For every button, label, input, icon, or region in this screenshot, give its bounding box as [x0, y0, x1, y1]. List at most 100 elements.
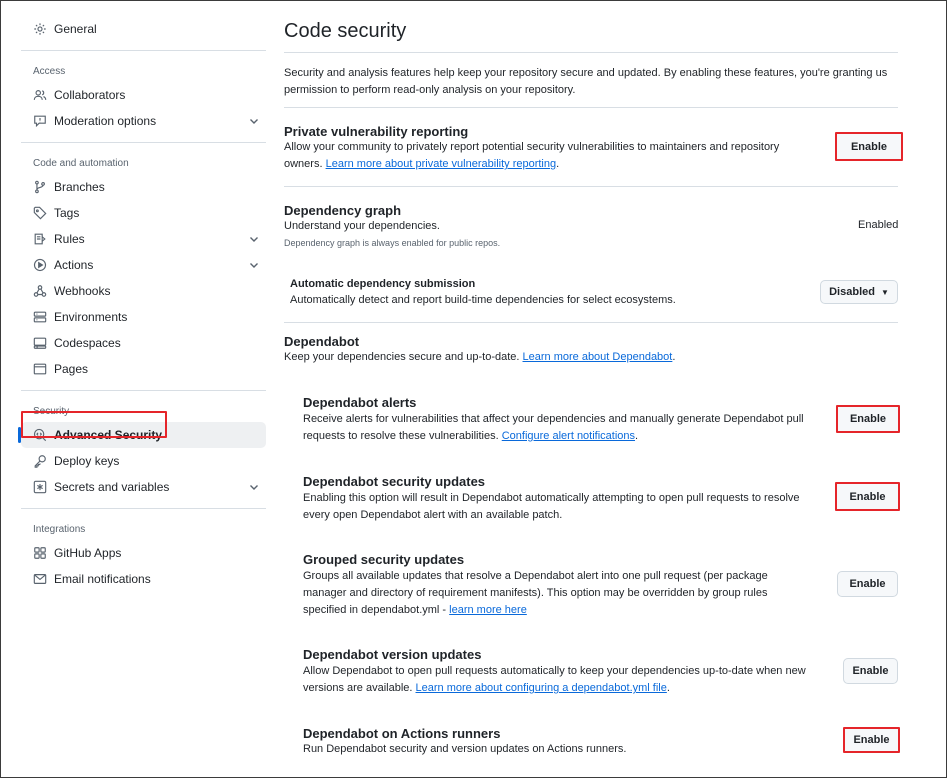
browser-icon	[33, 362, 47, 376]
sidebar-item-label: Deploy keys	[54, 454, 120, 468]
codespaces-icon	[33, 336, 47, 350]
sidebar-item-pages[interactable]: Pages	[21, 356, 266, 382]
sidebar-item-secrets-variables[interactable]: Secrets and variables	[21, 474, 266, 500]
secupdates-enable-button[interactable]: Enable	[835, 482, 900, 511]
apps-icon	[33, 546, 47, 560]
version-description: Allow Dependabot to open pull requests a…	[303, 663, 833, 697]
sidebar-item-label: Codespaces	[54, 336, 121, 350]
settings-window: General Access Collaborators Moderation …	[0, 0, 947, 778]
sidebar-item-label: General	[54, 22, 97, 36]
period: .	[635, 430, 639, 442]
dependabot-description: Keep your dependencies secure and up-to-…	[284, 349, 675, 366]
depgraph-description: Understand your dependencies.	[284, 220, 440, 232]
sidebar-divider	[21, 142, 266, 143]
tag-icon	[33, 206, 47, 220]
sidebar-item-environments[interactable]: Environments	[21, 304, 266, 330]
sidebar-item-branches[interactable]: Branches	[21, 174, 266, 200]
highlight-frame	[21, 411, 167, 438]
grouped-learn-more-link[interactable]: learn more here	[449, 604, 527, 616]
sidebar-item-actions[interactable]: Actions	[21, 252, 266, 278]
sidebar-item-general[interactable]: General	[21, 16, 266, 42]
play-icon	[33, 258, 47, 272]
mail-icon	[33, 572, 47, 586]
dependabot-title: Dependabot	[284, 334, 360, 349]
depgraph-status: Enabled	[858, 219, 899, 231]
period: .	[666, 682, 670, 694]
dropdown-value: Disabled	[829, 286, 875, 298]
chevron-down-icon[interactable]	[248, 259, 260, 271]
autosub-title: Automatic dependency submission	[290, 278, 476, 290]
sidebar-divider	[21, 50, 266, 51]
divider	[284, 52, 898, 53]
alerts-title: Dependabot alerts	[303, 395, 417, 410]
sidebar-divider	[21, 390, 266, 391]
intro-text: Security and analysis features help keep…	[284, 67, 888, 96]
sidebar-item-label: Rules	[54, 232, 85, 246]
depgraph-note: Dependency graph is always enabled for p…	[284, 238, 501, 248]
gear-icon	[33, 22, 47, 36]
period: .	[556, 158, 560, 170]
sidebar-heading-access: Access	[33, 65, 66, 77]
runners-enable-button[interactable]: Enable	[843, 727, 900, 753]
dependabot-desc-text: Keep your dependencies secure and up-to-…	[284, 351, 520, 363]
secupdates-title: Dependabot security updates	[303, 474, 486, 489]
divider	[284, 322, 898, 323]
pvr-learn-more-link[interactable]: Learn more about private vulnerability r…	[326, 158, 557, 170]
runners-title: Dependabot on Actions runners	[303, 726, 501, 741]
caret-down-icon: ▼	[880, 287, 889, 297]
sidebar-item-label: Tags	[54, 206, 80, 220]
sidebar-item-email-notifications[interactable]: Email notifications	[21, 566, 266, 592]
sidebar-item-label: Secrets and variables	[54, 480, 170, 494]
sidebar-item-github-apps[interactable]: GitHub Apps	[21, 540, 266, 566]
people-icon	[33, 88, 47, 102]
sidebar-item-label: GitHub Apps	[54, 546, 122, 560]
configure-alert-notifications-link[interactable]: Configure alert notifications	[502, 430, 635, 442]
divider	[284, 107, 898, 108]
version-learn-more-link[interactable]: Learn more about configuring a dependabo…	[416, 682, 667, 694]
sidebar-item-label: Pages	[54, 362, 89, 376]
sidebar-item-deploy-keys[interactable]: Deploy keys	[21, 448, 266, 474]
settings-sidebar: General Access Collaborators Moderation …	[18, 13, 266, 592]
sidebar-item-rules[interactable]: Rules	[21, 226, 266, 252]
autosub-dropdown[interactable]: Disabled ▼	[820, 280, 898, 304]
sidebar-heading-code-automation: Code and automation	[33, 157, 129, 169]
period: .	[672, 351, 676, 363]
sidebar-item-label: Webhooks	[54, 284, 111, 298]
sidebar-item-collaborators[interactable]: Collaborators	[21, 82, 266, 108]
divider	[284, 186, 898, 187]
sidebar-heading-integrations: Integrations	[33, 523, 86, 535]
version-title: Dependabot version updates	[303, 647, 482, 662]
report-icon	[33, 114, 47, 128]
sidebar-item-label: Environments	[54, 310, 128, 324]
sidebar-item-moderation-options[interactable]: Moderation options	[21, 108, 266, 134]
git-branch-icon	[33, 180, 47, 194]
dependabot-learn-more-link[interactable]: Learn more about Dependabot	[523, 351, 673, 363]
version-enable-button[interactable]: Enable	[843, 658, 898, 684]
sidebar-item-label: Collaborators	[54, 88, 126, 102]
chevron-down-icon[interactable]	[248, 115, 260, 127]
grouped-enable-button[interactable]: Enable	[837, 571, 898, 597]
depgraph-title: Dependency graph	[284, 203, 402, 218]
repo-rules-icon	[33, 232, 47, 246]
key-icon	[33, 454, 47, 468]
alerts-enable-button[interactable]: Enable	[836, 405, 900, 433]
webhook-icon	[33, 284, 47, 298]
pvr-title: Private vulnerability reporting	[284, 124, 469, 139]
autosub-description: Automatically detect and report build-ti…	[290, 294, 676, 306]
pvr-enable-button[interactable]: Enable	[835, 132, 903, 161]
grouped-description: Groups all available updates that resolv…	[303, 568, 813, 619]
page-title: Code security	[284, 20, 407, 42]
chevron-down-icon[interactable]	[248, 233, 260, 245]
pvr-description: Allow your community to privately report…	[284, 139, 814, 173]
grouped-desc-text: Groups all available updates that resolv…	[303, 570, 768, 616]
alerts-description: Receive alerts for vulnerabilities that …	[303, 411, 828, 445]
sidebar-divider	[21, 508, 266, 509]
sidebar-item-label: Branches	[54, 180, 105, 194]
chevron-down-icon[interactable]	[248, 481, 260, 493]
sidebar-item-codespaces[interactable]: Codespaces	[21, 330, 266, 356]
sidebar-item-label: Email notifications	[54, 572, 151, 586]
secupdates-description: Enabling this option will result in Depe…	[303, 492, 800, 521]
sidebar-item-label: Moderation options	[54, 114, 157, 128]
sidebar-item-webhooks[interactable]: Webhooks	[21, 278, 266, 304]
sidebar-item-tags[interactable]: Tags	[21, 200, 266, 226]
